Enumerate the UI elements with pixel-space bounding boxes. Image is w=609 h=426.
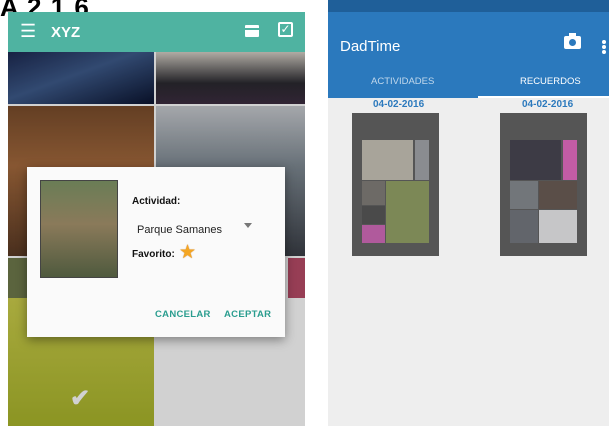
more-vert-icon[interactable] — [602, 40, 606, 44]
status-bar — [328, 0, 609, 12]
collage-photo — [510, 140, 561, 180]
collage-photo — [362, 225, 385, 243]
collage-photo — [563, 140, 577, 180]
left-phone-screen: ☰ XYZ ✓ ✔ Actividad: Parque Samanes Favo… — [8, 12, 305, 426]
right-phone-screen: DadTime ACTIVIDADES RECUERDOS 04-02-2016… — [328, 0, 609, 426]
tab-indicator — [478, 96, 609, 98]
activity-select-value: Parque Samanes — [137, 224, 222, 236]
collage-photo — [362, 206, 385, 224]
dialog-photo-thumbnail — [40, 180, 118, 278]
memory-collage-card[interactable] — [352, 113, 439, 256]
collage-photo — [510, 210, 538, 243]
memory-collage-card[interactable] — [500, 113, 587, 256]
right-app-title: DadTime — [340, 38, 401, 55]
collage-photo — [362, 140, 413, 180]
left-app-title: XYZ — [51, 24, 81, 41]
menu-icon[interactable]: ☰ — [20, 22, 36, 40]
memory-date: 04-02-2016 — [373, 99, 425, 110]
tab-bar: ACTIVIDADES RECUERDOS — [328, 70, 609, 98]
favorite-label: Favorito: — [132, 249, 175, 260]
right-app-bar: DadTime — [328, 12, 609, 70]
camera-icon[interactable] — [564, 33, 581, 49]
activity-select[interactable]: Parque Samanes — [137, 220, 252, 236]
activity-label: Actividad: — [132, 196, 181, 207]
left-app-bar: ☰ XYZ ✓ — [8, 12, 305, 52]
checkbox-icon[interactable]: ✓ — [278, 22, 293, 37]
star-icon[interactable]: ★ — [179, 243, 196, 262]
collage-photo — [510, 181, 538, 209]
collage-photo — [386, 181, 429, 243]
tab-actividades[interactable]: ACTIVIDADES — [371, 76, 434, 87]
collage-photo — [415, 140, 429, 180]
cancel-button[interactable]: CANCELAR — [155, 309, 211, 320]
clapperboard-icon[interactable] — [245, 25, 259, 37]
collage-photo — [539, 210, 577, 243]
collage-photo — [362, 181, 385, 205]
activity-dialog: Actividad: Parque Samanes Favorito: ★ CA… — [27, 167, 285, 337]
tab-recuerdos[interactable]: RECUERDOS — [520, 76, 581, 87]
accept-button[interactable]: ACEPTAR — [224, 309, 271, 320]
collage-photo — [539, 181, 577, 209]
dropdown-arrow-icon — [244, 223, 252, 228]
memory-date: 04-02-2016 — [522, 99, 574, 110]
